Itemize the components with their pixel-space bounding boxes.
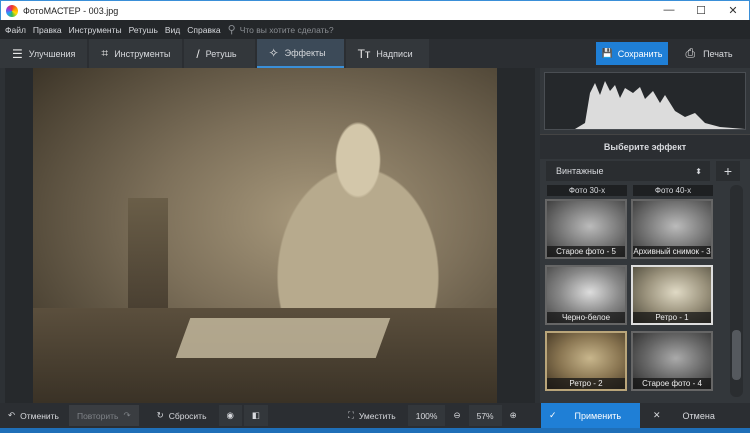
- scrollbar-thumb[interactable]: [732, 330, 741, 380]
- column-header: Фото 40-х: [633, 185, 713, 196]
- add-effect-button[interactable]: +: [716, 161, 740, 181]
- brush-icon: /: [196, 46, 200, 61]
- search-icon: ⚲: [227, 24, 236, 36]
- category-value: Винтажные: [556, 166, 604, 176]
- histogram: [544, 72, 746, 130]
- save-icon: 💾: [601, 48, 613, 58]
- cancel-button[interactable]: ✕ Отмена: [645, 403, 745, 428]
- search-placeholder: Что вы хотите сделать?: [239, 24, 334, 35]
- category-select[interactable]: Винтажные ⬍: [546, 161, 710, 181]
- apply-button[interactable]: ✓ Применить: [541, 403, 640, 428]
- menu-retouch[interactable]: Ретушь: [129, 25, 158, 35]
- effect-thumb[interactable]: Ретро - 1: [631, 265, 713, 325]
- tab-tools[interactable]: ⌗ Инструменты: [89, 39, 183, 68]
- undo-label: Отменить: [20, 410, 59, 421]
- save-button[interactable]: 💾 Сохранить: [596, 42, 668, 65]
- redo-button[interactable]: Повторить ↷: [68, 405, 139, 426]
- minus-circle-icon: ⊖: [453, 410, 461, 420]
- eye-icon: ◉: [226, 410, 234, 420]
- printer-icon: ⎙: [685, 46, 696, 60]
- menu-help[interactable]: Справка: [187, 25, 220, 35]
- tab-effects[interactable]: ✧ Эффекты: [256, 39, 344, 68]
- reset-icon: ↻: [156, 410, 164, 420]
- effect-label: Ретро - 2: [547, 378, 625, 389]
- updown-icon: ⬍: [695, 166, 702, 176]
- print-label: Печать: [703, 48, 733, 59]
- effect-thumb[interactable]: Черно-белое: [545, 265, 627, 325]
- effect-thumb-selected[interactable]: Ретро - 2: [545, 331, 627, 391]
- magic-wand-icon: ✧: [268, 45, 279, 60]
- zoom-in-button[interactable]: ⊕: [502, 405, 525, 426]
- photo-preview: [33, 68, 497, 403]
- effect-thumb[interactable]: Старое фото - 5: [545, 199, 627, 259]
- minimize-button[interactable]: —: [653, 4, 685, 17]
- photo-telephone: [128, 198, 168, 308]
- redo-icon: ↷: [123, 410, 131, 420]
- effect-label: Ретро - 1: [633, 312, 711, 323]
- fit-button[interactable]: ⛶ Уместить: [340, 405, 404, 426]
- undo-button[interactable]: ↶ Отменить: [0, 405, 67, 426]
- menu-edit[interactable]: Правка: [33, 25, 62, 35]
- save-label: Сохранить: [617, 48, 663, 59]
- effect-label: Архивный снимок - 3: [633, 246, 711, 257]
- fit-label: Уместить: [358, 410, 396, 421]
- zoom-level: 57%: [468, 405, 502, 426]
- menu-bar: Файл Правка Инструменты Ретушь Вид Справ…: [0, 20, 750, 39]
- effect-thumb[interactable]: Старое фото - 4: [631, 331, 713, 391]
- menu-view[interactable]: Вид: [165, 25, 180, 35]
- check-icon: ✓: [549, 410, 557, 420]
- effects-panel: Выберите эффект Винтажные ⬍ + Фото 30-х Ф…: [540, 68, 750, 403]
- histogram-graph: [545, 81, 745, 129]
- tab-label: Ретушь: [205, 48, 237, 59]
- close-icon: ✕: [653, 410, 661, 420]
- preview-toggle-button[interactable]: ◉: [218, 405, 242, 426]
- main-toolbar: ☰ Улучшения ⌗ Инструменты / Ретушь ✧ Эффекты…: [0, 39, 750, 68]
- compare-icon: ◧: [251, 410, 260, 420]
- print-button[interactable]: ⎙ Печать: [673, 42, 745, 65]
- zoom-100-button[interactable]: 100%: [407, 405, 446, 426]
- tab-label: Инструменты: [114, 48, 171, 59]
- apply-label: Применить: [574, 410, 622, 421]
- tab-label: Надписи: [376, 48, 413, 59]
- effects-scrollbar[interactable]: [730, 185, 743, 397]
- reset-label: Сбросить: [168, 410, 207, 421]
- title-bar: ФотоМАСТЕР - 003.jpg — ☐ ✕: [0, 0, 750, 20]
- tab-text[interactable]: Tт Надписи: [345, 39, 429, 68]
- cancel-label: Отмена: [682, 410, 715, 421]
- image-canvas[interactable]: [5, 68, 535, 403]
- crop-icon: ⌗: [101, 46, 109, 60]
- tab-label: Улучшения: [28, 48, 76, 59]
- effect-label: Старое фото - 5: [547, 246, 625, 257]
- menu-tools[interactable]: Инструменты: [69, 25, 122, 35]
- effect-label: Черно-белое: [547, 312, 625, 323]
- sliders-icon: ☰: [12, 46, 23, 61]
- tab-retouch[interactable]: / Ретушь: [184, 39, 255, 68]
- window-title: ФотоМАСТЕР - 003.jpg: [23, 5, 119, 16]
- menu-file[interactable]: Файл: [5, 25, 26, 35]
- plus-circle-icon: ⊕: [509, 410, 517, 420]
- reset-button[interactable]: ↻ Сбросить: [149, 405, 215, 426]
- effect-label: Старое фото - 4: [633, 378, 711, 389]
- panel-title: Выберите эффект: [540, 134, 750, 159]
- tab-enhance[interactable]: ☰ Улучшения: [0, 39, 88, 68]
- maximize-button[interactable]: ☐: [685, 4, 717, 17]
- redo-label: Повторить: [76, 410, 119, 421]
- compare-button[interactable]: ◧: [243, 405, 268, 426]
- photo-paper: [175, 318, 391, 358]
- close-button[interactable]: ✕: [717, 4, 749, 17]
- effects-grid: Фото 30-х Фото 40-х Старое фото - 5 Архи…: [545, 185, 725, 397]
- undo-icon: ↶: [8, 410, 16, 420]
- fit-icon: ⛶: [347, 410, 354, 420]
- app-logo-icon: [6, 4, 18, 17]
- text-icon: Tт: [357, 46, 371, 61]
- search-box[interactable]: ⚲ Что вы хотите сделать?: [228, 23, 334, 36]
- tab-label: Эффекты: [284, 47, 326, 58]
- zoom-out-button[interactable]: ⊖: [445, 405, 468, 426]
- column-header: Фото 30-х: [547, 185, 627, 196]
- effect-thumb[interactable]: Архивный снимок - 3: [631, 199, 713, 259]
- window-border: [0, 428, 750, 433]
